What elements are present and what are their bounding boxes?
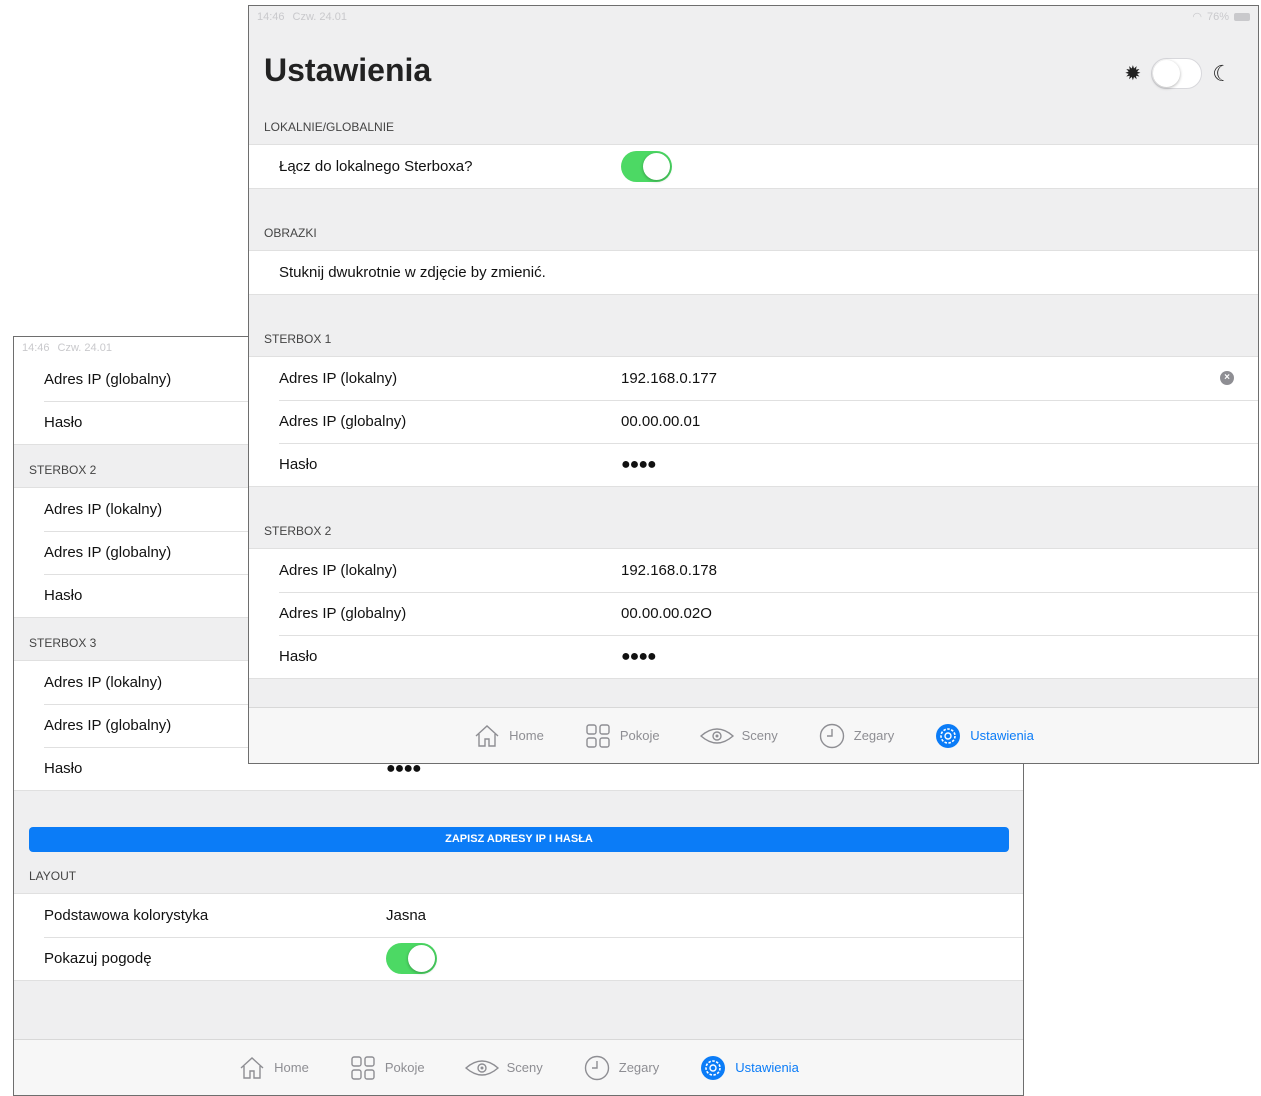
status-date: Czw. 24.01 <box>57 342 112 354</box>
tab-ustawienia[interactable]: Ustawienia <box>934 722 1034 750</box>
tab-pokoje[interactable]: Pokoje <box>349 1054 425 1082</box>
layout-settings-group: Podstawowa kolorystyka Jasna Pokazuj pog… <box>14 893 1023 981</box>
row-label: Adres IP (lokalny) <box>279 370 398 387</box>
theme-value[interactable]: Jasna <box>386 907 1023 924</box>
gear-icon <box>699 1054 727 1082</box>
gear-icon <box>934 722 962 750</box>
settings-row: Adres IP (lokalny) 192.168.0.177 × <box>249 357 1258 400</box>
weather-row: Pokazuj pogodę <box>14 937 1023 980</box>
tab-label: Zegary <box>618 1060 660 1075</box>
section-header: OBRAZKI <box>264 226 317 240</box>
row-label: Podstawowa kolorystyka <box>44 907 209 924</box>
theme-switch: ✹ ☾ <box>1124 58 1232 89</box>
tab-label: Pokoje <box>384 1060 425 1075</box>
sterbox1-settings-group: Adres IP (lokalny) 192.168.0.177 × Adres… <box>249 356 1258 487</box>
navigation-bar: Ustawienia ✹ ☾ <box>249 6 1258 94</box>
images-hint-row: Stuknij dwukrotnie w zdjęcie by zmienić. <box>249 251 1258 294</box>
ip-global-field[interactable]: 00.00.00.02O <box>621 605 1258 622</box>
row-label: Adres IP (globalny) <box>279 413 407 430</box>
tab-zegary[interactable]: Zegary <box>818 722 894 750</box>
sterbox2-settings-group: Adres IP (lokalny) 192.168.0.178 Adres I… <box>249 548 1258 679</box>
eye-icon <box>464 1054 499 1082</box>
ip-local-field[interactable]: 192.168.0.177 <box>621 370 1258 387</box>
tab-label: Sceny <box>506 1060 543 1075</box>
row-label: Łącz do lokalnego Sterboxa? <box>279 158 473 175</box>
moon-icon: ☾ <box>1212 60 1232 86</box>
tab-label: Home <box>274 1060 309 1075</box>
section-header: STERBOX 1 <box>264 332 332 346</box>
page-title: Ustawienia <box>264 52 432 88</box>
tab-label: Ustawienia <box>970 728 1034 743</box>
section-header: LAYOUT <box>29 869 77 883</box>
row-label: Adres IP (globalny) <box>279 605 407 622</box>
local-settings-group: Łącz do lokalnego Sterboxa? <box>249 144 1258 189</box>
toggle-knob <box>643 153 670 180</box>
show-weather-toggle[interactable] <box>386 943 437 974</box>
rooms-grid-icon <box>349 1054 377 1082</box>
toggle-knob <box>1153 60 1181 87</box>
clock-icon <box>583 1054 611 1082</box>
tab-zegary[interactable]: Zegary <box>583 1054 659 1082</box>
tab-pokoje[interactable]: Pokoje <box>584 722 660 750</box>
save-button-container: ZAPISZ ADRESY IP I HASŁA <box>14 791 1023 863</box>
connect-local-row: Łącz do lokalnego Sterboxa? <box>249 145 1258 188</box>
tab-sceny[interactable]: Sceny <box>699 722 778 750</box>
section-header: STERBOX 2 <box>264 524 332 538</box>
tab-home[interactable]: Home <box>473 722 544 750</box>
settings-row: Hasło ●●●● <box>249 443 1258 486</box>
tab-bar: Home Pokoje Sceny Zegary Ustawienia <box>249 707 1258 763</box>
tab-label: Ustawienia <box>735 1060 799 1075</box>
settings-screen: 14:46 Czw. 24.01 ◠ 76% Ustawienia ✹ ☾ LOKA… <box>248 5 1259 764</box>
toggle-knob <box>408 945 435 972</box>
settings-row: Hasło ●●●● <box>249 635 1258 678</box>
save-addresses-button[interactable]: ZAPISZ ADRESY IP I HASŁA <box>29 827 1009 852</box>
ip-global-field[interactable]: 00.00.00.01 <box>621 413 1258 430</box>
tab-sceny[interactable]: Sceny <box>464 1054 543 1082</box>
eye-icon <box>699 722 734 750</box>
section-header: LOKALNIE/GLOBALNIE <box>264 120 395 134</box>
rooms-grid-icon <box>584 722 612 750</box>
connect-local-toggle[interactable] <box>621 151 672 182</box>
dark-mode-toggle[interactable] <box>1151 58 1203 89</box>
ip-local-field[interactable]: 192.168.0.178 <box>621 562 1258 579</box>
images-settings-group: Stuknij dwukrotnie w zdjęcie by zmienić. <box>249 250 1258 295</box>
password-field[interactable]: ●●●● <box>621 456 1258 474</box>
clock-icon <box>818 722 846 750</box>
home-icon <box>238 1054 266 1082</box>
row-label: Adres IP (lokalny) <box>279 562 398 579</box>
settings-row: Adres IP (globalny) 00.00.00.02O <box>249 592 1258 635</box>
row-label: Hasło <box>279 456 318 473</box>
sun-icon: ✹ <box>1124 63 1142 85</box>
theme-row[interactable]: Podstawowa kolorystyka Jasna <box>14 894 1023 937</box>
settings-row: Adres IP (lokalny) 192.168.0.178 <box>249 549 1258 592</box>
tab-ustawienia[interactable]: Ustawienia <box>699 1054 799 1082</box>
tab-label: Sceny <box>741 728 778 743</box>
status-time: 14:46 <box>22 342 50 354</box>
clear-text-icon[interactable]: × <box>1220 371 1234 385</box>
row-label: Pokazuj pogodę <box>44 950 152 967</box>
row-label: Hasło <box>279 648 318 665</box>
settings-row: Adres IP (globalny) 00.00.00.01 <box>249 400 1258 443</box>
tab-bar: Home Pokoje Sceny Zegary Ustawienia <box>14 1039 1023 1095</box>
tab-home[interactable]: Home <box>238 1054 309 1082</box>
images-hint: Stuknij dwukrotnie w zdjęcie by zmienić. <box>279 264 546 281</box>
home-icon <box>473 722 501 750</box>
password-field[interactable]: ●●●● <box>621 648 1258 666</box>
tab-label: Zegary <box>853 728 895 743</box>
tab-label: Pokoje <box>619 728 660 743</box>
tab-label: Home <box>509 728 544 743</box>
